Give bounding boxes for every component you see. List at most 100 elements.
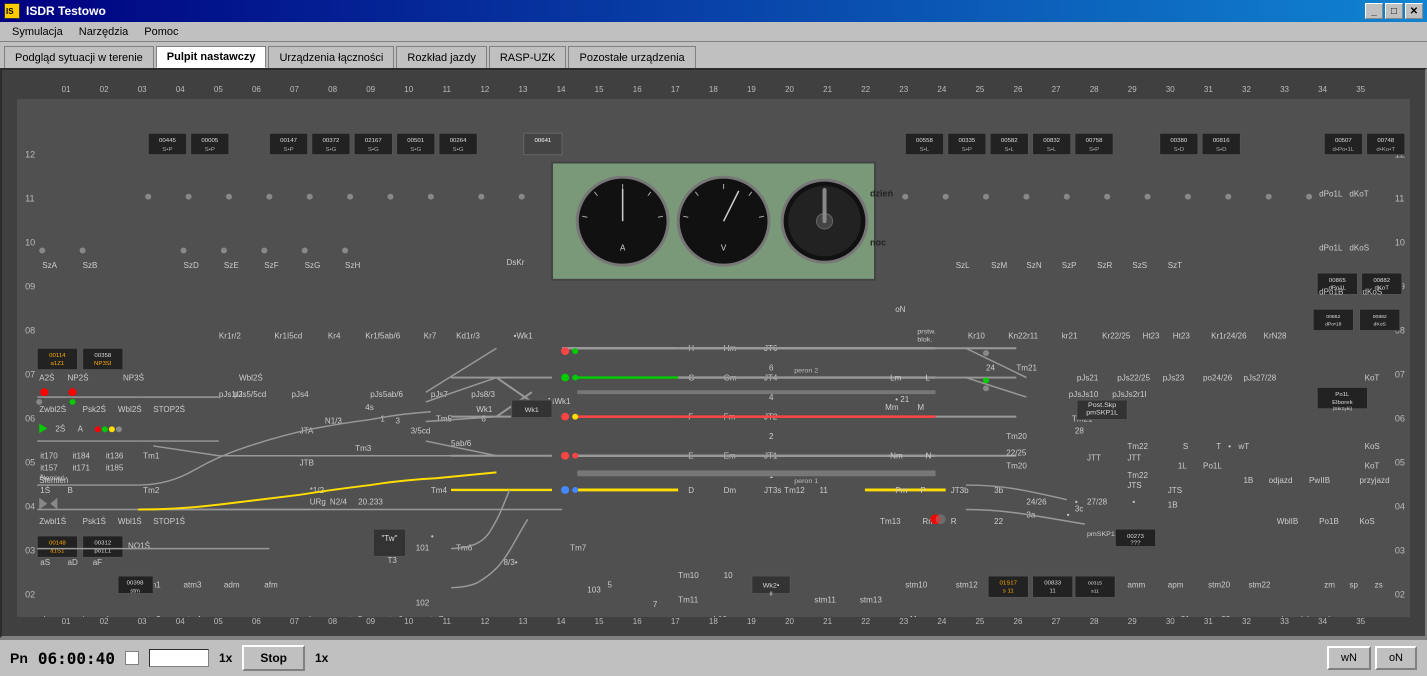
svg-text:Tm13: Tm13 bbox=[880, 517, 901, 526]
svg-text:00114: 00114 bbox=[49, 353, 66, 359]
svg-text:Psk2Ś: Psk2Ś bbox=[83, 405, 106, 414]
svg-text:stm13: stm13 bbox=[860, 595, 883, 604]
svg-text:Kr10: Kr10 bbox=[968, 332, 986, 341]
minimize-button[interactable]: _ bbox=[1365, 3, 1383, 19]
tab-urzadzenia[interactable]: Urządzenia łączności bbox=[268, 46, 394, 68]
svg-text:00882: 00882 bbox=[1373, 314, 1387, 320]
svg-text:24: 24 bbox=[986, 364, 996, 373]
svg-text:S•G: S•G bbox=[453, 147, 464, 153]
speed-multiplier-1: 1x bbox=[219, 651, 232, 665]
railway-svg: 12 11 10 09 08 07 06 05 04 03 02 12 11 1… bbox=[17, 99, 1410, 617]
svg-text:22: 22 bbox=[994, 517, 1004, 526]
svg-text:dKoS: dKoS bbox=[1363, 288, 1383, 297]
svg-text:Kr1r/2: Kr1r/2 bbox=[219, 332, 242, 341]
svg-text:•: • bbox=[1075, 498, 1078, 507]
svg-text:S: S bbox=[1183, 442, 1188, 451]
svg-text:d•Po•1L: d•Po•1L bbox=[1333, 147, 1355, 153]
svg-text:SzG: SzG bbox=[305, 261, 321, 270]
wn-button[interactable]: wN bbox=[1327, 646, 1371, 670]
svg-text:S•L: S•L bbox=[1004, 147, 1014, 153]
svg-text:Psk1Ś: Psk1Ś bbox=[83, 517, 106, 526]
svg-text:00312: 00312 bbox=[94, 541, 112, 547]
svg-text:SzH: SzH bbox=[345, 261, 361, 270]
tab-podglad[interactable]: Podgląd sytuacji w terenie bbox=[4, 46, 154, 68]
svg-text:Po1L: Po1L bbox=[1203, 462, 1222, 471]
svg-text:2Ś: 2Ś bbox=[55, 424, 65, 433]
menu-narzedzia[interactable]: Narzędzia bbox=[71, 24, 137, 40]
svg-text:Ht23: Ht23 bbox=[1143, 332, 1161, 341]
svg-text:SzL: SzL bbox=[956, 261, 970, 270]
svg-text:06: 06 bbox=[1395, 414, 1405, 424]
status-checkbox[interactable] bbox=[125, 651, 139, 665]
svg-text:SzP: SzP bbox=[1062, 261, 1077, 270]
svg-text:07: 07 bbox=[25, 370, 35, 380]
menu-symulacja[interactable]: Symulacja bbox=[4, 24, 71, 40]
svg-text:A: A bbox=[78, 424, 84, 433]
svg-text:Tm22: Tm22 bbox=[1127, 471, 1148, 480]
svg-text:4s: 4s bbox=[365, 403, 374, 412]
svg-text:dPo1B: dPo1B bbox=[1319, 288, 1343, 297]
svg-text:JT3b: JT3b bbox=[951, 486, 970, 495]
svg-text:wT: wT bbox=[1237, 442, 1249, 451]
svg-text:Tm3: Tm3 bbox=[355, 444, 372, 453]
svg-text:JTS: JTS bbox=[1127, 481, 1141, 490]
svg-text:04: 04 bbox=[1395, 502, 1405, 512]
maximize-button[interactable]: □ bbox=[1385, 3, 1403, 19]
svg-text:4: 4 bbox=[769, 393, 774, 402]
svg-text:Wk1: Wk1 bbox=[525, 407, 539, 414]
svg-text:it184: it184 bbox=[73, 452, 91, 461]
svg-text:S•D: S•D bbox=[1174, 147, 1185, 153]
svg-text:aF: aF bbox=[93, 558, 103, 567]
tab-pulpit[interactable]: Pulpit nastawczy bbox=[156, 46, 267, 68]
svg-text:•Wk1: •Wk1 bbox=[514, 332, 534, 341]
svg-text:(Skrzyki): (Skrzyki) bbox=[1333, 406, 1353, 412]
svg-text:8/3•: 8/3• bbox=[504, 558, 518, 567]
svg-text:DsKr: DsKr bbox=[507, 258, 525, 267]
time-display: 06:00:40 bbox=[38, 649, 115, 668]
svg-text:KoS: KoS bbox=[1360, 517, 1375, 526]
map-content: 12 11 10 09 08 07 06 05 04 03 02 12 11 1… bbox=[17, 99, 1410, 617]
svg-text:00758: 00758 bbox=[1086, 138, 1104, 144]
svg-text:it171: it171 bbox=[73, 464, 91, 473]
svg-text:s11: s11 bbox=[1091, 589, 1099, 595]
svg-text:Kr1I5cd: Kr1I5cd bbox=[274, 332, 302, 341]
svg-text:WblIB: WblIB bbox=[1277, 517, 1299, 526]
svg-text:Tm4: Tm4 bbox=[431, 486, 448, 495]
svg-text:11: 11 bbox=[1395, 194, 1404, 204]
svg-text:5: 5 bbox=[608, 581, 613, 590]
svg-text:stm10: stm10 bbox=[905, 581, 928, 590]
close-button[interactable]: ✕ bbox=[1405, 3, 1423, 19]
svg-text:102: 102 bbox=[416, 598, 430, 607]
on-button[interactable]: oN bbox=[1375, 646, 1417, 670]
tab-rasp[interactable]: RASP-UZK bbox=[489, 46, 567, 68]
svg-text:STOP1Ś: STOP1Ś bbox=[153, 517, 185, 526]
menu-pomoc[interactable]: Pomoc bbox=[136, 24, 186, 40]
statusbar: Pn 06:00:40 1x Stop 1x wN oN bbox=[0, 638, 1427, 676]
svg-text:po1L1: po1L1 bbox=[94, 549, 112, 555]
svg-text:prstw.: prstw. bbox=[917, 329, 935, 336]
svg-text:Pm: Pm bbox=[895, 486, 907, 495]
svg-text:zm: zm bbox=[1324, 581, 1335, 590]
svg-text:05: 05 bbox=[25, 458, 35, 468]
svg-text:Po1B: Po1B bbox=[1319, 517, 1339, 526]
svg-text:Tm21: Tm21 bbox=[1016, 364, 1037, 373]
tab-pozostale[interactable]: Pozostałe urządzenia bbox=[568, 46, 695, 68]
app-icon: IS bbox=[4, 3, 20, 19]
svg-text:Kr7: Kr7 bbox=[424, 332, 437, 341]
svg-text:1B: 1B bbox=[1168, 501, 1178, 510]
svg-text:SzA: SzA bbox=[42, 261, 58, 270]
svg-text:dKoS: dKoS bbox=[1349, 244, 1369, 253]
svg-text:KoT: KoT bbox=[1365, 462, 1380, 471]
svg-text:II: II bbox=[769, 592, 773, 598]
svg-text:PwIIB: PwIIB bbox=[1309, 476, 1330, 485]
status-input[interactable] bbox=[149, 649, 209, 667]
svg-text:apm: apm bbox=[1168, 581, 1184, 590]
tab-rozklad[interactable]: Rozkład jazdy bbox=[396, 46, 486, 68]
svg-text:KoT: KoT bbox=[1365, 374, 1380, 383]
svg-text:S•P: S•P bbox=[162, 147, 172, 153]
svg-text:JTS: JTS bbox=[1168, 486, 1182, 495]
svg-text:IS: IS bbox=[6, 7, 14, 16]
svg-text:1L: 1L bbox=[1178, 462, 1188, 471]
stop-button[interactable]: Stop bbox=[242, 645, 305, 671]
svg-text:Lm: Lm bbox=[890, 374, 902, 383]
